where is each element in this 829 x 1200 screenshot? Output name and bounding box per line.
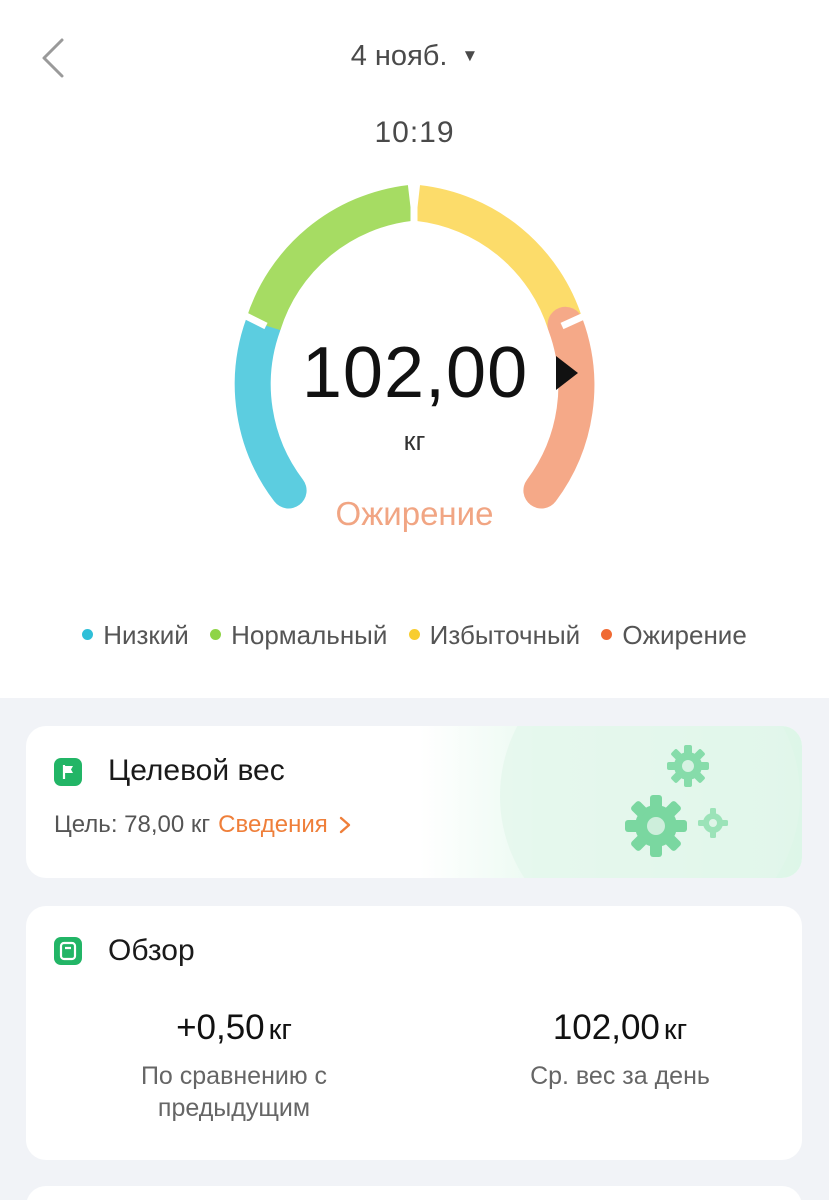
gauge-legend: Низкий Нормальный Избыточный Ожирение — [0, 620, 829, 651]
chevron-right-icon — [340, 816, 351, 834]
legend-item-normal: Нормальный — [210, 620, 387, 651]
legend-item-obese: Ожирение — [601, 620, 747, 651]
goal-card-title: Целевой вес — [108, 754, 285, 787]
legend-dot — [210, 629, 222, 640]
legend-label: Нормальный — [231, 620, 388, 650]
stat-number: +0,50 — [176, 1008, 265, 1047]
stat-label: По сравнению с предыдущим — [74, 1060, 394, 1124]
details-link[interactable]: Сведения — [218, 811, 352, 838]
overview-card: Обзор +0,50 кг По сравнению с предыдущим … — [26, 906, 802, 1160]
bmi-category: Ожирение — [335, 495, 494, 532]
legend-dot — [601, 629, 613, 640]
goal-weight-card[interactable]: Целевой вес Цель: 78,00 кг Сведения — [26, 726, 802, 878]
stat-number: 102,00 — [552, 1008, 660, 1047]
gauge-segment-overweight — [415, 185, 583, 331]
details-link-label: Сведения — [218, 811, 328, 838]
weight-value: 102,00 — [301, 333, 529, 413]
next-card — [26, 1186, 802, 1200]
legend-label: Низкий — [103, 620, 189, 650]
gears-icon — [500, 726, 800, 878]
stat-value: 102,00 кг — [460, 1008, 780, 1048]
goal-line: Цель: 78,00 кг Сведения — [54, 811, 352, 839]
stat-label: Ср. вес за день — [460, 1060, 780, 1092]
stat-daily-average: 102,00 кг Ср. вес за день — [460, 1008, 780, 1092]
goal-illustration — [420, 726, 802, 878]
stat-unit: кг — [663, 1014, 688, 1046]
gauge-segment-normal — [246, 185, 413, 331]
stat-label-line: Ср. вес за день — [530, 1062, 710, 1090]
weight-gauge — [234, 185, 595, 509]
flag-icon — [54, 758, 82, 786]
stat-label-line: По сравнению с — [140, 1062, 328, 1090]
weight-unit: кг — [403, 426, 426, 456]
scale-icon — [54, 937, 82, 965]
weight-summary-section: 4 нояб. ▼ 10:19 102,00 кг Ожирение Низкий… — [0, 0, 829, 698]
legend-item-overweight: Избыточный — [408, 620, 581, 651]
stat-change: +0,50 кг По сравнению с предыдущим — [74, 1008, 394, 1124]
stat-label-line: предыдущим — [157, 1094, 311, 1122]
legend-item-low: Низкий — [82, 620, 189, 651]
goal-value: Цель: 78,00 кг — [54, 811, 211, 838]
stat-value: +0,50 кг — [74, 1008, 394, 1048]
legend-dot — [408, 629, 420, 640]
stat-unit: кг — [268, 1014, 292, 1046]
legend-label: Избыточный — [429, 620, 581, 650]
legend-dot — [82, 629, 94, 640]
overview-card-title: Обзор — [108, 934, 195, 967]
legend-label: Ожирение — [622, 620, 747, 650]
